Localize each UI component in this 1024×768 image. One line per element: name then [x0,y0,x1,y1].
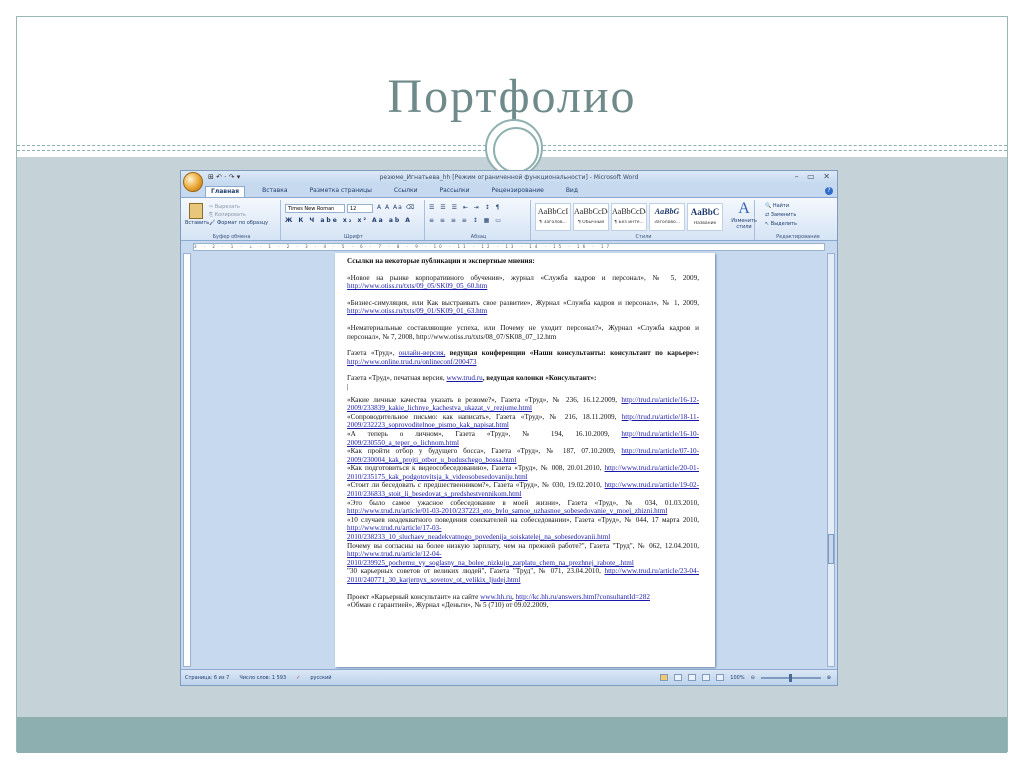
zoom-out-icon[interactable]: ⊖ [751,675,755,681]
font-size-tools[interactable]: A A Aa ⌫ [377,204,415,211]
doc-paragraph: «Новое на рынке корпоративного обучения»… [347,273,699,291]
doc-paragraph: «Бизнес-симуляция, или Как выстраивать с… [347,298,699,316]
doc-link[interactable]: http://www.otiss.ru/txts/09_01/SK09_01_6… [347,307,487,315]
paste-icon[interactable] [189,203,203,219]
doc-link[interactable]: www.hh.ru [480,593,512,601]
office-button-icon[interactable] [183,172,203,192]
doc-link[interactable]: http://www.trud.ru/article/12-04-2010/23… [347,550,634,567]
tab-review[interactable]: Рецензирование [487,186,549,197]
language-status[interactable]: русский [310,675,331,681]
font-format-tools[interactable]: Ж К Ч abe x₂ x² Aa ab A [285,217,412,224]
doc-link[interactable]: www.trud.ru [446,374,482,382]
status-bar: Страница: 6 из 7 Число слов: 1 593 ✓ рус… [181,669,837,685]
footer-band [17,717,1007,753]
doc-link[interactable]: онлайн-версия, [399,349,446,357]
window-title: резюме_Игнатьева_hh [Режим ограниченной … [379,174,639,181]
zoom-level[interactable]: 100% [730,675,744,681]
font-name-select[interactable]: Times New Roman [285,204,345,213]
print-layout-view-button[interactable] [660,674,669,681]
doc-link[interactable]: http://www.trud.ru/article/17-03-2010/23… [347,524,610,541]
doc-paragraph: «Это было самое ужасное собеседование в … [347,498,699,516]
full-screen-view-button[interactable] [674,674,683,681]
editing-group: 🔍 Найти ⇄ Заменить ↖ Выделить Редактиров… [761,200,835,240]
outline-view-button[interactable] [702,674,711,681]
tab-references[interactable]: Ссылки [389,186,423,197]
styles-group-label: Стили [635,234,652,240]
replace-button[interactable]: ⇄ Заменить [765,211,797,220]
doc-link[interactable]: http://www.online.trud.ru/onlineconf/200… [347,358,477,366]
word-count-status[interactable]: Число слов: 1 593 [239,675,286,681]
scrollbar-thumb[interactable] [828,534,834,564]
style-title[interactable]: AaBbC Название [687,203,723,231]
change-styles-button[interactable]: A Изменить стили [729,200,759,240]
clipboard-group-label: Буфер обмена [212,234,251,240]
ribbon-tabs: Главная Вставка Разметка страницы Ссылки… [205,186,583,197]
help-icon[interactable]: ? [825,187,833,195]
vertical-scrollbar[interactable] [827,253,835,667]
zoom-in-icon[interactable]: ⊕ [827,675,831,681]
tab-mailings[interactable]: Рассылки [435,186,475,197]
paste-button[interactable]: Вставить [185,220,209,226]
doc-paragraph: Газета «Труд», печатная версия, www.trud… [347,374,597,383]
doc-link[interactable]: http://www.otiss.ru/txts/09_05/SK09_05_6… [347,282,487,290]
doc-paragraph: «10 случаев неадекватного поведения соис… [347,515,699,542]
doc-paragraph: Почему вы согласны на более низкую зарпл… [347,541,699,567]
doc-paragraph: "30 карьерных советов от великих людей",… [347,567,700,584]
tab-insert[interactable]: Вставка [257,186,292,197]
page-count-status[interactable]: Страница: 6 из 7 [185,675,229,681]
doc-paragraph: «Какие личные качества указать в резюме?… [347,395,700,413]
circle-ornament-icon [485,119,543,177]
paragraph-group-label: Абзац [470,234,487,240]
draft-view-button[interactable] [716,674,725,681]
list-tools[interactable]: ☰ ☰ ☰ ⇤ ⇥ ↕ ¶ [429,204,501,211]
find-button[interactable]: 🔍 Найти [765,202,797,211]
style-normal[interactable]: AaBbCcDc ¶ Обычный [573,203,609,231]
font-size-select[interactable]: 12 [347,204,373,213]
doc-paragraph: «Нематериальные составляющие успеха, или… [347,323,699,341]
style-heading-1[interactable]: AaBbCcI ¶ Заголов... [535,203,571,231]
title-bar: ⊞ ↶ · ↷ ▾ резюме_Игнатьева_hh [Режим огр… [181,171,837,185]
text-cursor: | [347,382,349,391]
spellcheck-icon[interactable]: ✓ [296,675,300,681]
doc-paragraph: «Стоит ли беседовать с предшественником?… [347,481,699,499]
paragraph-group: ☰ ☰ ☰ ⇤ ⇥ ↕ ¶ ≡ ≡ ≡ ≡ ↕ ▦ ▭ Абзац [427,200,531,240]
ribbon: Вставить ✂ Вырезать ⎘ Копировать 🖌 Форма… [181,197,837,241]
format-painter-button[interactable]: 🖌 Формат по образцу [209,219,268,227]
style-heading-2[interactable]: AaBbG Заголово... [649,203,685,231]
doc-paragraph: «Сопроводительное письмо: как написать»,… [347,412,700,430]
doc-paragraph: Газета «Труд», онлайн-версия, ведущая ко… [347,349,699,366]
doc-paragraph: «А теперь о личном», Газета «Труд», № 19… [347,429,700,447]
tab-home[interactable]: Главная [205,186,246,197]
doc-link[interactable]: http://kc.hh.ru/answers.html?consultantI… [516,593,650,601]
select-button[interactable]: ↖ Выделить [765,220,797,229]
window-controls[interactable]: – ▭ ✕ [795,172,833,181]
doc-paragraph: «Как пройти отбор у будущего босса», Газ… [347,447,699,464]
styles-group: AaBbCcI ¶ Заголов... AaBbCcDc ¶ Обычный … [533,200,755,240]
horizontal-ruler[interactable]: 3 · 2 · 1 · ⊥ · 1 · 2 · 3 · 4 · 5 · 6 · … [193,243,825,251]
tab-page-layout[interactable]: Разметка страницы [305,186,377,197]
font-group-label: Шрифт [344,234,363,240]
word-window-screenshot: ⊞ ↶ · ↷ ▾ резюме_Игнатьева_hh [Режим огр… [180,170,838,686]
doc-link[interactable]: http://www.trud.ru/article/01-03-2010/23… [347,507,667,515]
style-no-spacing[interactable]: AaBbCcDc ¶ Без инте... [611,203,647,231]
web-layout-view-button[interactable] [688,674,697,681]
doc-paragraph: «Обман с гарантией», Журнал «Деньги», № … [347,601,549,610]
doc-heading: Ссылки на некоторые публикации и эксперт… [347,257,535,265]
alignment-tools[interactable]: ≡ ≡ ≡ ≡ ↕ ▦ ▭ [429,217,503,224]
change-styles-icon: A [738,200,750,217]
zoom-slider[interactable] [760,673,821,682]
tab-view[interactable]: Вид [561,186,583,197]
slide-title: Портфолио [387,70,637,123]
document-page[interactable]: Ссылки на некоторые публикации и эксперт… [335,253,715,667]
doc-paragraph: «Как подготовиться к видеособеседованию»… [347,464,699,481]
vertical-ruler[interactable] [183,253,191,667]
doc-paragraph: Проект «Карьерный консультант» на сайте … [347,592,650,601]
cut-button[interactable]: ✂ Вырезать [209,203,268,211]
editing-group-label: Редактирование [776,234,820,240]
copy-button[interactable]: ⎘ Копировать [209,211,268,219]
font-group: Times New Roman 12 A A Aa ⌫ Ж К Ч abe x₂… [283,200,425,240]
clipboard-group: Вставить ✂ Вырезать ⎘ Копировать 🖌 Форма… [183,200,281,240]
